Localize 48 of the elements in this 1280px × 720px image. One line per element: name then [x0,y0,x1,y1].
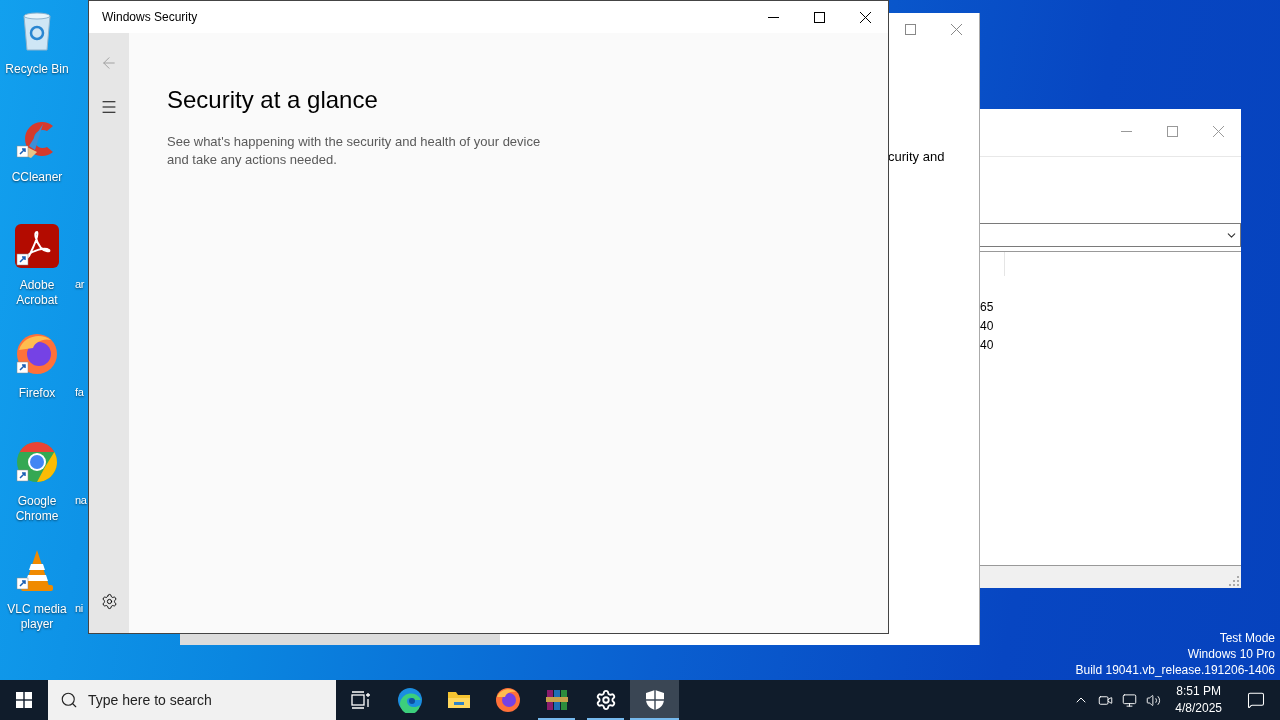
desktop-icon-label[interactable]: Recycle Bin [4,62,70,77]
desktop-icon-label[interactable]: Firefox [4,386,70,401]
window-text: curity and [888,149,946,164]
windows-logo-icon [16,692,32,708]
desktop-icon-label[interactable]: na [75,494,87,506]
settings-icon [594,689,617,711]
browser-icon [494,687,521,713]
close-icon [859,11,871,23]
clock[interactable]: 8:51 PM 4/8/2025 [1165,683,1232,717]
search-field[interactable]: Type here to search [48,680,336,720]
task-view-icon [350,691,371,709]
list-cell-text: 40 [980,318,995,335]
page-heading: Security at a glance [167,85,379,115]
desktop-icon-label[interactable]: Adobe Acrobat [4,278,70,308]
close-icon [1212,125,1224,137]
system-notice-text: Windows 10 Pro [1187,646,1275,662]
search-icon [60,691,78,709]
document-app-icon[interactable] [15,224,59,268]
maximize-icon [904,23,916,35]
maximize-icon [813,11,825,23]
desktop-icon-label[interactable]: ar [75,278,85,290]
page-description: See what's happening with the security and health of your device and take any actions needed. [167,133,542,169]
close-icon [950,23,962,35]
browser-icon[interactable] [15,440,59,484]
resize-grip-icon [1229,576,1239,586]
maximize-icon [1166,125,1178,137]
desktop-icon-label[interactable]: VLC media player [4,602,70,632]
desktop-icon-label[interactable]: CCleaner [4,170,70,185]
browser-icon[interactable] [15,332,59,376]
folder-icon [446,690,471,710]
window-title: Windows Security [101,10,198,24]
menu-icon [100,98,118,116]
edge-browser-icon [396,687,423,713]
desktop-icon-label[interactable]: ni [75,602,83,614]
shield-icon [644,689,665,711]
speech-bubble-icon [1247,691,1265,709]
list-cell-text: 40 [980,337,995,354]
monitor-icon [1121,692,1137,708]
archive-books-icon [544,688,569,712]
system-notice-text: Build 19041.vb_release.191206-1406 [1075,662,1275,678]
volume-icon [1145,692,1161,708]
list-cell-text: 65 [980,299,995,316]
desktop-icon-label[interactable]: Google Chrome [4,494,70,524]
taskbar-app-button[interactable] [630,680,679,720]
system-notice-text: Test Mode [1219,630,1275,646]
desktop-icon-label[interactable]: fa [75,386,84,398]
settings-icon [100,592,118,610]
dropdown-field[interactable] [980,223,1241,247]
